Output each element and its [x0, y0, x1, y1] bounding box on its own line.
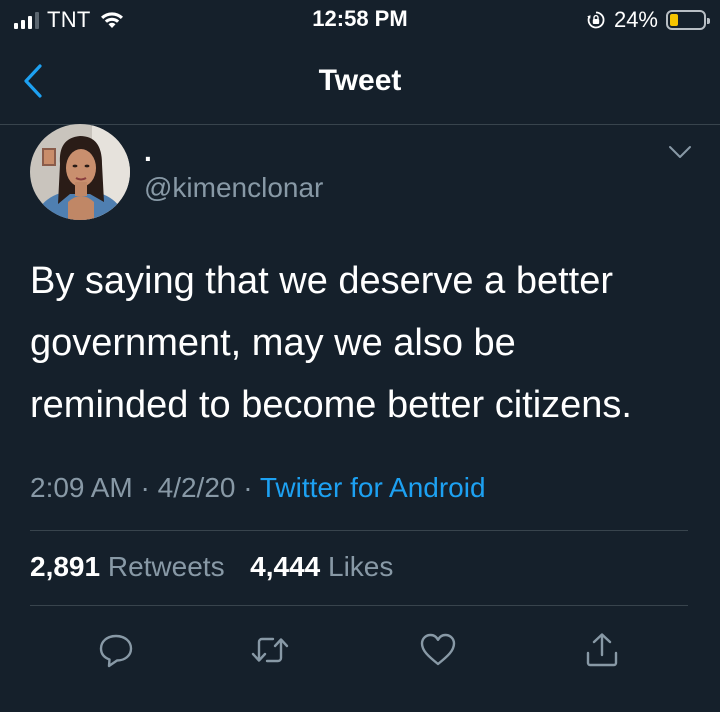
status-right: 24%	[586, 6, 710, 34]
meta-separator: ·	[140, 472, 150, 503]
more-options-button[interactable]	[666, 142, 694, 162]
retweets-count: 2,891	[30, 551, 101, 582]
tweet-text: By saying that we deserve a better gover…	[30, 250, 690, 436]
divider	[30, 605, 688, 606]
divider	[30, 530, 688, 531]
author-handle[interactable]: @kimenclonar	[144, 172, 323, 204]
meta-separator: ·	[243, 472, 253, 503]
battery-percent: 24%	[613, 7, 658, 32]
battery-level	[670, 14, 678, 26]
tweet-detail-screen: TNT 12:58 PM 24% Tweet . @kimenclonar By…	[0, 0, 720, 712]
likes-stat[interactable]: 4,444 Likes	[250, 551, 393, 582]
likes-label: Likes	[328, 551, 394, 582]
reply-icon	[99, 634, 133, 668]
tweet-text-line: reminded to become better citizens.	[30, 384, 632, 426]
retweets-label: Retweets	[107, 551, 225, 582]
chevron-down-icon	[669, 146, 691, 158]
tweet-source-link[interactable]: Twitter for Android	[260, 472, 486, 503]
like-button[interactable]	[416, 628, 460, 672]
tweet-meta: 2:09 AM · 4/2/20 · Twitter for Android	[30, 472, 486, 504]
author-name[interactable]: .	[144, 136, 152, 168]
status-bar: TNT 12:58 PM 24%	[0, 0, 720, 40]
share-button[interactable]	[580, 628, 624, 672]
tweet-date: 4/2/20	[157, 472, 236, 503]
battery-icon	[666, 10, 710, 30]
likes-count: 4,444	[250, 551, 321, 582]
tweet-text-line: government, may we also be	[30, 322, 516, 364]
heart-icon	[420, 633, 456, 666]
tweet-time: 2:09 AM	[30, 472, 133, 503]
nav-bar: Tweet	[0, 40, 720, 125]
retweet-icon	[251, 637, 289, 663]
share-icon	[586, 633, 618, 667]
rotation-lock-icon	[587, 11, 605, 29]
retweets-stat[interactable]: 2,891 Retweets	[30, 551, 225, 582]
tweet-text-line: By saying that we deserve a better	[30, 260, 613, 302]
page-title: Tweet	[318, 64, 402, 97]
tweet-stats: 2,891 Retweets 4,444 Likes	[30, 551, 393, 583]
retweet-button[interactable]	[248, 628, 292, 672]
reply-button[interactable]	[94, 628, 138, 672]
avatar[interactable]	[30, 124, 130, 220]
